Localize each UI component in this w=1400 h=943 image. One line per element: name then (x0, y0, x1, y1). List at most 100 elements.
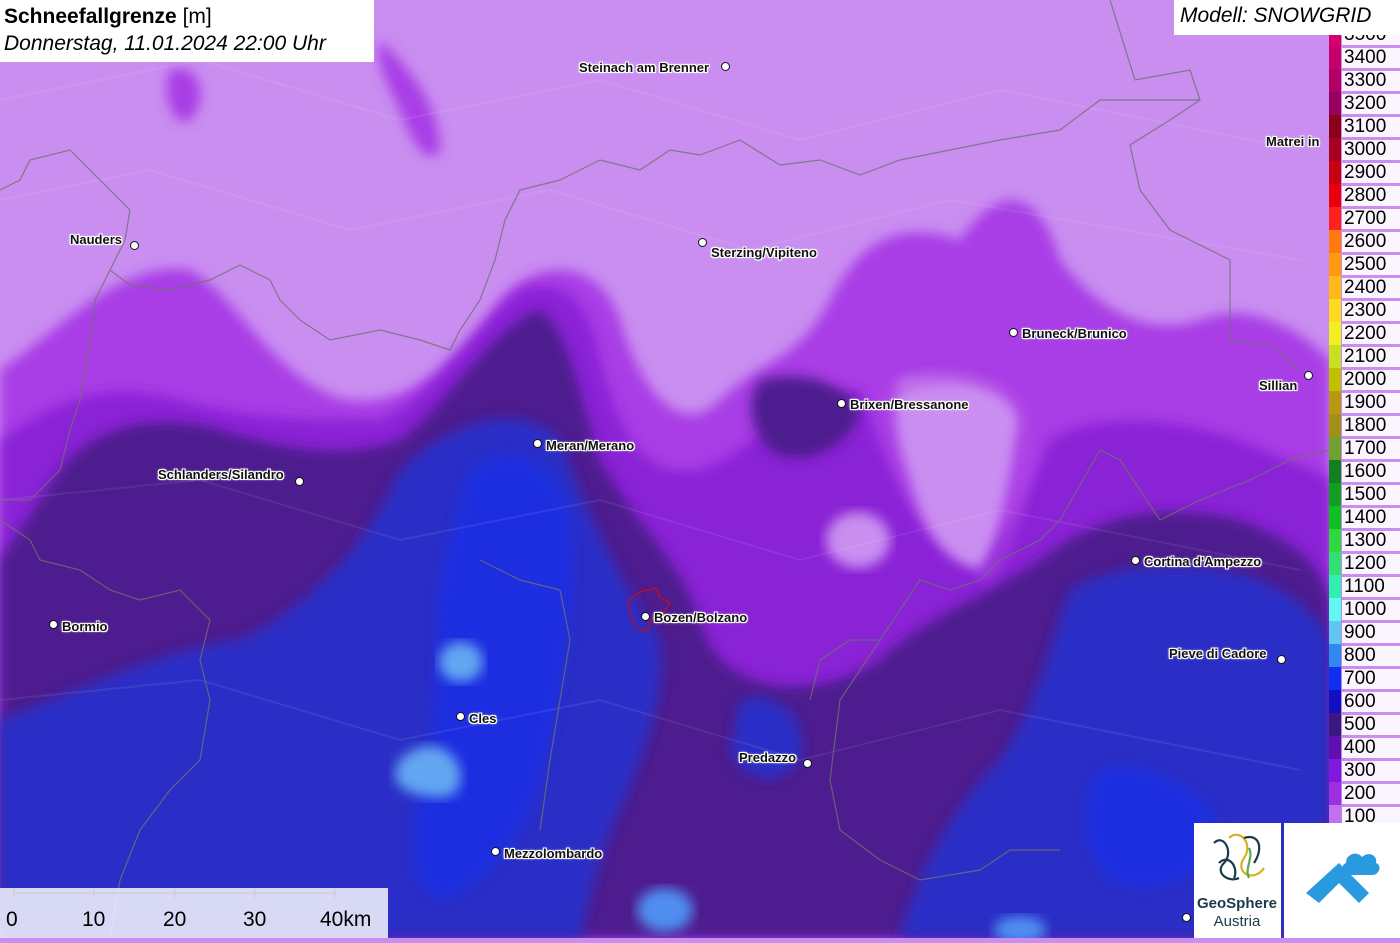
city-dot[interactable] (533, 439, 542, 448)
legend-label: 3400 (1342, 48, 1400, 68)
legend-row: 2800 (1329, 184, 1400, 207)
city-label: Bruneck/Brunico (1022, 326, 1127, 341)
legend-label: 3500 (1342, 35, 1400, 45)
city-label: Steinach am Brenner (579, 60, 710, 75)
city-dot[interactable] (837, 399, 846, 408)
city-dot[interactable] (1009, 328, 1018, 337)
legend-label: 2500 (1342, 255, 1400, 275)
legend-label: 1000 (1342, 600, 1400, 620)
legend-label: 2600 (1342, 232, 1400, 252)
city-label: Predazzo (739, 750, 797, 765)
city-dot[interactable] (803, 759, 812, 768)
geosphere-swirl-icon (1213, 833, 1265, 881)
city-dot[interactable] (641, 612, 650, 621)
legend-row: 1700 (1329, 437, 1400, 460)
scale-label: 40km (320, 908, 372, 931)
legend-label: 2300 (1342, 301, 1400, 321)
city-dot[interactable] (1131, 556, 1140, 565)
city-dot[interactable] (491, 847, 500, 856)
legend-label: 1500 (1342, 485, 1400, 505)
legend-swatch (1329, 552, 1341, 575)
legend-label: 1700 (1342, 439, 1400, 459)
legend-label: 3100 (1342, 117, 1400, 137)
legend-label: 2000 (1342, 370, 1400, 390)
scale-label: 10 (82, 908, 106, 931)
legend-label: 3200 (1342, 94, 1400, 114)
legend-swatch (1329, 35, 1341, 46)
legend-row: 1400 (1329, 506, 1400, 529)
legend-swatch (1329, 598, 1341, 621)
legend-row: 3000 (1329, 138, 1400, 161)
legend-swatch (1329, 506, 1341, 529)
city-dot[interactable] (49, 620, 58, 629)
legend-row: 1600 (1329, 460, 1400, 483)
legend-row: 2400 (1329, 276, 1400, 299)
legend-row: 300 (1329, 759, 1400, 782)
color-legend: 3500 3400 3300 3200 3100 3000 2900 2800 2700 2600… (1329, 35, 1400, 825)
legend-row: 1300 (1329, 529, 1400, 552)
legend-label: 3000 (1342, 140, 1400, 160)
city-label: Schlanders/Silandro (158, 467, 284, 482)
scale-label: 0 (6, 908, 18, 931)
city-label: Sillian (1259, 378, 1298, 393)
legend-label: 1400 (1342, 508, 1400, 528)
legend-swatch (1329, 92, 1341, 115)
city-dot[interactable] (721, 62, 730, 71)
legend-swatch (1329, 115, 1341, 138)
legend-label: 200 (1342, 784, 1400, 804)
legend-swatch (1329, 483, 1341, 506)
legend-row: 900 (1329, 621, 1400, 644)
legend-row: 2700 (1329, 207, 1400, 230)
legend-row: 2200 (1329, 322, 1400, 345)
legend-swatch (1329, 345, 1341, 368)
city-dot[interactable] (1182, 913, 1191, 922)
partner-logo[interactable] (1284, 823, 1400, 938)
legend-row: 1000 (1329, 598, 1400, 621)
legend-swatch (1329, 621, 1341, 644)
legend-label: 1300 (1342, 531, 1400, 551)
city-dot[interactable] (1277, 655, 1286, 664)
city-dot[interactable] (130, 241, 139, 250)
scale-label: 30 (243, 908, 267, 931)
legend-label: 2100 (1342, 347, 1400, 367)
legend-swatch (1329, 575, 1341, 598)
legend-row: 3200 (1329, 92, 1400, 115)
legend-swatch (1329, 230, 1341, 253)
city-label: Bormio (62, 619, 108, 634)
legend-row: 3100 (1329, 115, 1400, 138)
legend-swatch (1329, 184, 1341, 207)
legend-swatch (1329, 414, 1341, 437)
legend-swatch (1329, 276, 1341, 299)
legend-row: 2500 (1329, 253, 1400, 276)
legend-row: 3300 (1329, 69, 1400, 92)
legend-label: 700 (1342, 669, 1400, 689)
city-label: Mezzolombardo (504, 846, 603, 861)
legend-row: 400 (1329, 736, 1400, 759)
model-label: Modell: SNOWGRID (1174, 0, 1400, 35)
legend-swatch (1329, 322, 1341, 345)
legend-swatch (1329, 690, 1341, 713)
city-dot[interactable] (456, 712, 465, 721)
geosphere-logo[interactable]: GeoSphere Austria (1194, 823, 1281, 938)
legend-label: 300 (1342, 761, 1400, 781)
legend-swatch (1329, 69, 1341, 92)
city-dot[interactable] (698, 238, 707, 247)
legend-swatch (1329, 667, 1341, 690)
city-label: Pieve di Cadore (1169, 646, 1267, 661)
legend-label: 3300 (1342, 71, 1400, 91)
legend-label: 1900 (1342, 393, 1400, 413)
legend-label: 1100 (1342, 577, 1400, 597)
legend-label: 2200 (1342, 324, 1400, 344)
legend-swatch (1329, 46, 1341, 69)
legend-swatch (1329, 805, 1341, 825)
legend-row: 700 (1329, 667, 1400, 690)
city-dot[interactable] (295, 477, 304, 486)
city-dot[interactable] (1304, 371, 1313, 380)
legend-row: 600 (1329, 690, 1400, 713)
legend-row: 1900 (1329, 391, 1400, 414)
legend-row: 2600 (1329, 230, 1400, 253)
city-label: Sterzing/Vipiteno (711, 245, 817, 260)
map-title-box: Schneefallgrenze [m] Donnerstag, 11.01.2… (0, 0, 374, 62)
mountain-cloud-icon (1306, 853, 1380, 903)
city-label: Cles (469, 711, 497, 726)
